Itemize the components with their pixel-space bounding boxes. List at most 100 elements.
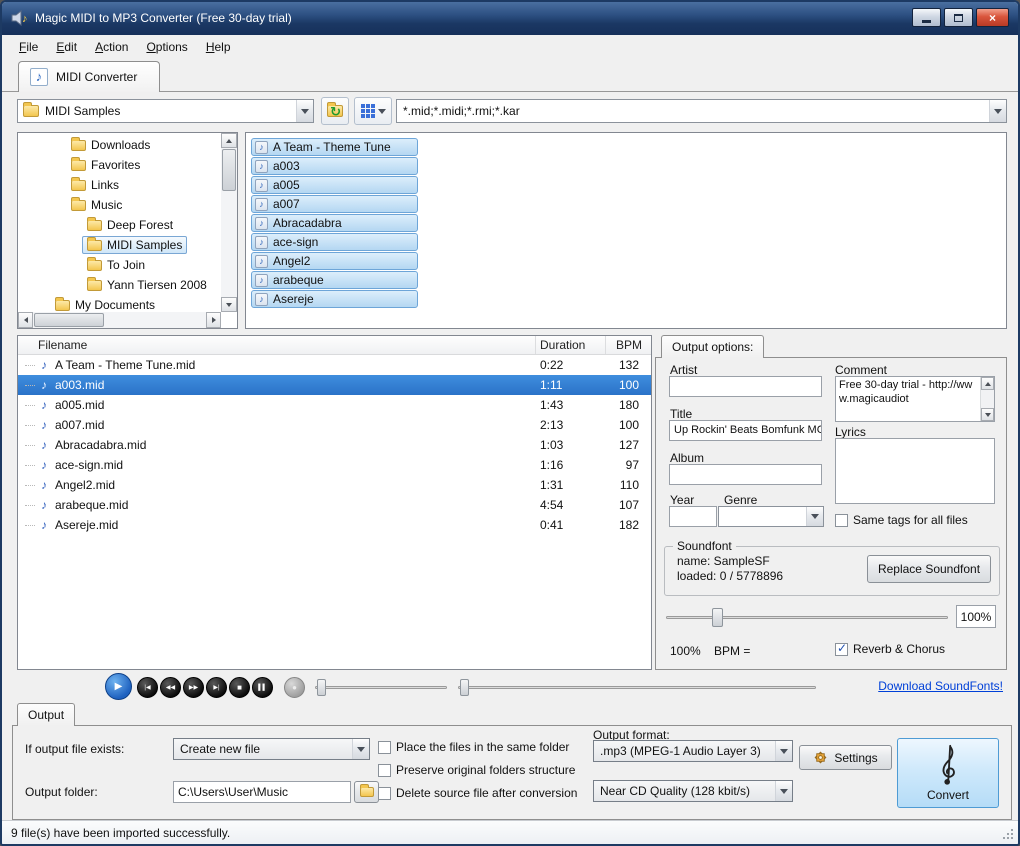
output-format-combo[interactable]: .mp3 (MPEG-1 Audio Layer 3) [593, 740, 793, 762]
table-row[interactable]: A Team - Theme Tune.mid 0:22 132 [18, 355, 651, 375]
table-row[interactable]: Asereje.mid 0:41 182 [18, 515, 651, 535]
lyrics-field[interactable] [835, 438, 995, 504]
scroll-up-button[interactable] [221, 133, 237, 148]
comment-field[interactable]: Free 30-day trial - http://www.magicaudi… [835, 376, 995, 422]
minimize-button[interactable] [912, 8, 941, 27]
seek-slider-thumb[interactable] [460, 679, 469, 696]
folder-tree-item[interactable]: Favorites [18, 155, 221, 175]
folder-combo[interactable]: MIDI Samples [17, 99, 314, 123]
table-row[interactable]: a005.mid 1:43 180 [18, 395, 651, 415]
rewind-button[interactable]: ◀◀ [160, 677, 181, 698]
genre-combo[interactable] [718, 506, 824, 527]
quality-dropdown[interactable] [775, 781, 792, 801]
menu-edit[interactable]: Edit [47, 37, 86, 57]
fast-forward-button[interactable]: ▶▶ [183, 677, 204, 698]
same-folder-checkbox[interactable] [378, 740, 391, 754]
table-row[interactable]: Angel2.mid 1:31 110 [18, 475, 651, 495]
stop-button[interactable]: ■ [229, 677, 250, 698]
settings-button[interactable]: Settings [799, 745, 892, 770]
browse-folder-button[interactable] [354, 781, 379, 803]
folder-tree-item[interactable]: Downloads [18, 135, 221, 155]
same-tags-checkbox-row[interactable]: Same tags for all files [835, 513, 968, 527]
reverb-chorus-checkbox[interactable] [835, 641, 848, 656]
refresh-folder-button[interactable]: ↻ [321, 97, 349, 125]
if-exists-dropdown[interactable] [352, 739, 369, 759]
menu-file[interactable]: File [10, 37, 47, 57]
folder-tree-item[interactable]: Links [18, 175, 221, 195]
pitch-slider[interactable] [315, 686, 447, 689]
table-row[interactable]: a003.mid 1:11 100 [18, 375, 651, 395]
menu-help[interactable]: Help [197, 37, 240, 57]
vertical-scroll-thumb[interactable] [222, 149, 236, 191]
genre-dropdown[interactable] [806, 507, 823, 526]
output-folder-field[interactable]: C:\Users\User\Music [173, 781, 351, 803]
folder-tree-item[interactable]: To Join [18, 255, 221, 275]
comment-scrollbar[interactable] [980, 377, 994, 421]
pitch-slider-thumb[interactable] [317, 679, 326, 696]
seek-slider[interactable] [458, 686, 816, 689]
folder-tree-item[interactable]: Deep Forest [18, 215, 221, 235]
folder-tree-item[interactable]: My Documents [18, 295, 221, 312]
horizontal-scroll-thumb[interactable] [34, 313, 104, 327]
maximize-button[interactable] [944, 8, 973, 27]
same-tags-checkbox[interactable] [835, 513, 848, 527]
quality-combo[interactable]: Near CD Quality (128 kbit/s) [593, 780, 793, 802]
view-mode-button[interactable] [354, 97, 392, 125]
tab-output[interactable]: Output [17, 703, 76, 726]
folder-tree-item[interactable]: Music [18, 195, 221, 215]
title-field[interactable]: Up Rockin' Beats Bomfunk MC [669, 420, 822, 441]
file-browser-item[interactable]: Abracadabra [251, 214, 418, 232]
delete-source-checkbox-row[interactable]: Delete source file after conversion [378, 786, 577, 800]
column-bpm[interactable]: BPM [606, 336, 651, 354]
menu-action[interactable]: Action [86, 37, 137, 57]
file-browser-item[interactable]: a003 [251, 157, 418, 175]
delete-source-checkbox[interactable] [378, 786, 391, 800]
volume-slider-thumb[interactable] [712, 608, 723, 627]
folder-tree-item[interactable]: Yann Tiersen 2008 [18, 275, 221, 295]
scroll-down-button[interactable] [221, 297, 237, 312]
file-browser-item[interactable]: Angel2 [251, 252, 418, 270]
tree-vertical-scrollbar[interactable] [221, 133, 237, 312]
pause-button[interactable]: ▌▌ [252, 677, 273, 698]
skip-back-button[interactable]: |◀ [137, 677, 158, 698]
folder-tree-item[interactable]: MIDI Samples [18, 235, 221, 255]
download-soundfonts-link[interactable]: Download SoundFonts! [878, 679, 1003, 693]
convert-button[interactable]: Convert [897, 738, 999, 808]
file-browser-item[interactable]: A Team - Theme Tune [251, 138, 418, 156]
tree-horizontal-scrollbar[interactable] [18, 312, 221, 328]
scroll-down-button[interactable] [981, 408, 994, 421]
preserve-folders-checkbox[interactable] [378, 763, 391, 777]
if-exists-combo[interactable]: Create new file [173, 738, 370, 760]
column-duration[interactable]: Duration [536, 336, 606, 354]
album-field[interactable] [669, 464, 822, 485]
resize-grip[interactable] [1003, 829, 1005, 831]
file-browser-item[interactable]: a005 [251, 176, 418, 194]
file-browser-item[interactable]: ace-sign [251, 233, 418, 251]
tab-output-options[interactable]: Output options: [661, 335, 765, 358]
close-button[interactable]: × [976, 8, 1009, 27]
scroll-left-button[interactable] [18, 312, 33, 328]
skip-forward-button[interactable]: ▶| [206, 677, 227, 698]
table-row[interactable]: Abracadabra.mid 1:03 127 [18, 435, 651, 455]
volume-slider[interactable] [666, 616, 948, 619]
file-browser-item[interactable]: Asereje [251, 290, 418, 308]
table-row[interactable]: a007.mid 2:13 100 [18, 415, 651, 435]
tab-midi-converter[interactable]: ♪ MIDI Converter [18, 61, 161, 92]
record-button[interactable]: ● [284, 677, 305, 698]
file-filter-combo[interactable]: *.mid;*.midi;*.rmi;*.kar [396, 99, 1007, 123]
artist-field[interactable] [669, 376, 822, 397]
preserve-folders-checkbox-row[interactable]: Preserve original folders structure [378, 763, 575, 777]
table-row[interactable]: ace-sign.mid 1:16 97 [18, 455, 651, 475]
year-field[interactable] [669, 506, 717, 527]
scroll-right-button[interactable] [206, 312, 221, 328]
scroll-up-button[interactable] [981, 377, 994, 390]
table-row[interactable]: arabeque.mid 4:54 107 [18, 495, 651, 515]
folder-combo-dropdown[interactable] [296, 100, 313, 122]
titlebar[interactable]: ♪ Magic MIDI to MP3 Converter (Free 30-d… [2, 2, 1018, 35]
filter-combo-dropdown[interactable] [989, 100, 1006, 122]
play-button[interactable]: ▶ [105, 673, 132, 700]
column-filename[interactable]: Filename [18, 336, 536, 354]
output-format-dropdown[interactable] [775, 741, 792, 761]
file-browser-item[interactable]: a007 [251, 195, 418, 213]
menu-options[interactable]: Options [137, 37, 196, 57]
